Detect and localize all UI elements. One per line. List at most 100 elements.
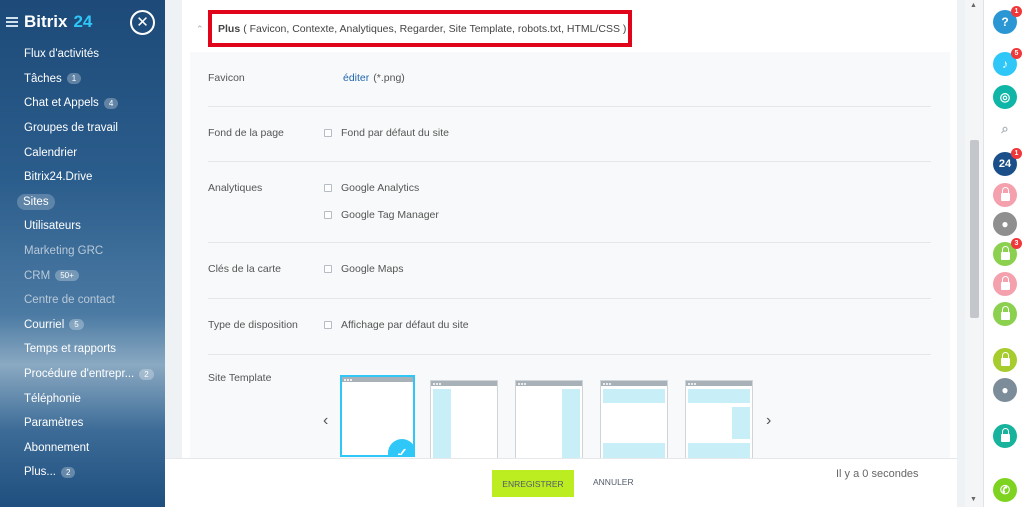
sidebar-item[interactable]: Temps et rapports	[0, 337, 165, 362]
template-prev-arrow-icon[interactable]: ‹	[323, 412, 328, 430]
sidebar-item-badge: 2	[139, 368, 154, 380]
template-next-arrow-icon[interactable]: ›	[766, 412, 771, 430]
brand[interactable]: Bitrix 24	[6, 12, 92, 32]
phone-icon[interactable]: ✆	[993, 478, 1017, 502]
help-badge: 1	[1011, 6, 1022, 17]
background-option-label: Fond par défaut du site	[341, 127, 449, 139]
sidebar-item-label: Temps et rapports	[24, 343, 117, 356]
plus-settings-header[interactable]: ⌃ Plus ( Favicon, Contexte, Analytiques,…	[196, 10, 632, 47]
sidebar-item[interactable]: Chat et Appels 4	[0, 91, 165, 116]
check-icon: ✓	[388, 439, 413, 455]
background-checkbox[interactable]	[324, 129, 332, 137]
google-analytics-checkbox[interactable]	[324, 184, 332, 192]
lock-icon[interactable]	[993, 424, 1017, 448]
analytics-row: Analytiques Google Analytics Google Tag …	[208, 163, 931, 243]
google-analytics-option[interactable]: Google Analytics	[324, 182, 419, 194]
close-menu-button[interactable]: ✕	[130, 10, 155, 35]
scroll-thumb[interactable]	[970, 140, 979, 318]
bitrix24-icon[interactable]: 24 1	[993, 148, 1022, 176]
plus-items: ( Favicon, Contexte, Analytiques, Regard…	[243, 22, 627, 35]
sidebar-item[interactable]: Courriel 5	[0, 313, 165, 338]
chat-icon[interactable]: ◎	[993, 85, 1017, 109]
google-maps-option[interactable]: Google Maps	[324, 263, 403, 275]
template-thumbnail[interactable]	[600, 380, 668, 458]
menu-icon[interactable]	[6, 17, 18, 27]
brand-number: 24	[73, 12, 93, 31]
sidebar-item[interactable]: Paramètres	[0, 411, 165, 436]
chevron-up-icon[interactable]: ⌃	[196, 24, 204, 35]
sidebar-item[interactable]: Abonnement	[0, 436, 165, 461]
cancel-button[interactable]: ANNULER	[593, 477, 634, 487]
help-icon[interactable]: ? 1	[993, 6, 1022, 34]
sidebar-item-label: Chat et Appels	[24, 97, 99, 110]
sidebar-item-label: Centre de contact	[24, 294, 115, 307]
sidebar-item-badge: 1	[66, 73, 82, 85]
template-thumbnail[interactable]	[430, 380, 498, 458]
google-analytics-label: Google Analytics	[341, 182, 420, 194]
site-template-label: Site Template	[208, 372, 272, 384]
sidebar-item[interactable]: Sites	[0, 190, 165, 215]
lock-icon[interactable]	[993, 302, 1017, 326]
background-label: Fond de la page	[208, 127, 284, 139]
sidebar-item-label: Téléphonie	[24, 392, 81, 405]
sidebar-nav: Flux d'activités Tâches 1 Chat et Appels 4 Gr…	[0, 42, 165, 485]
sidebar-item[interactable]: Calendrier	[0, 140, 165, 165]
sidebar-item[interactable]: Centre de contact	[0, 288, 165, 313]
template-thumbnail[interactable]	[515, 380, 583, 458]
layout-type-label: Type de disposition	[208, 319, 298, 331]
google-maps-checkbox[interactable]	[324, 265, 332, 273]
sidebar-item-label: Abonnement	[24, 441, 90, 454]
sidebar-item-label: Calendrier	[24, 146, 78, 159]
scrollbar[interactable]: ▲ ▼	[965, 0, 983, 507]
template-thumbnail[interactable]	[685, 380, 753, 458]
sidebar-item-badge: 4	[103, 97, 119, 109]
saved-status: Il y a 0 secondes	[836, 468, 919, 480]
sidebar-item-badge: 50+	[55, 270, 79, 282]
sidebar-item[interactable]: Marketing GRC	[0, 239, 165, 264]
favicon-edit-link[interactable]: éditer	[343, 72, 369, 84]
avatar[interactable]: ●	[993, 212, 1017, 236]
save-button[interactable]: ENREGISTRER	[492, 470, 574, 497]
sidebar-item[interactable]: Bitrix24.Drive	[0, 165, 165, 190]
scroll-up-icon[interactable]: ▲	[970, 2, 977, 9]
sidebar-item-label: Paramètres	[24, 417, 84, 430]
notifications-badge: 5	[1011, 48, 1022, 59]
sidebar-item[interactable]: Téléphonie	[0, 386, 165, 411]
analytics-label: Analytiques	[208, 182, 263, 194]
main-panel: ⌃ Plus ( Favicon, Contexte, Analytiques,…	[182, 0, 957, 458]
sidebar-item-label: Utilisateurs	[24, 220, 81, 233]
google-maps-label: Google Maps	[341, 263, 404, 275]
plus-title: Plus	[218, 22, 241, 35]
sidebar-item-label: Flux d'activités	[24, 48, 100, 61]
lock-icon[interactable]	[993, 272, 1017, 296]
layout-type-checkbox[interactable]	[324, 321, 332, 329]
favicon-label: Favicon	[208, 72, 245, 84]
google-tag-manager-checkbox[interactable]	[324, 211, 332, 219]
lock-icon[interactable]: 3	[993, 238, 1022, 266]
favicon-hint: (*.png)	[373, 72, 405, 84]
search-icon[interactable]: ⌕	[993, 117, 1017, 141]
brand-name: Bitrix	[24, 12, 68, 31]
lock-icon[interactable]	[993, 183, 1017, 207]
template-thumbnail[interactable]: ✓	[340, 375, 415, 457]
background-option[interactable]: Fond par défaut du site	[324, 127, 449, 139]
sidebar-item[interactable]: Utilisateurs	[0, 214, 165, 239]
sidebar-item[interactable]: Flux d'activités	[0, 42, 165, 67]
bell-icon[interactable]: ♪ 5	[993, 48, 1022, 76]
layout-type-option[interactable]: Affichage par défaut du site	[324, 319, 469, 331]
sidebar-item[interactable]: Procédure d'entrepr... 2	[0, 362, 165, 387]
scroll-down-icon[interactable]: ▼	[970, 496, 977, 503]
close-icon: ✕	[136, 14, 149, 31]
sidebar-item[interactable]: Groupes de travail	[0, 116, 165, 141]
sidebar-item-badge: 2	[60, 466, 76, 478]
google-tag-manager-option[interactable]: Google Tag Manager	[324, 209, 439, 221]
avatar[interactable]: ●	[993, 378, 1017, 402]
sidebar-item[interactable]: CRM 50+	[0, 263, 165, 288]
right-panel: ? 1 ♪ 5 ◎ ⌕ 24 1 ● 3 ● ✆	[983, 0, 1024, 507]
sidebar-item[interactable]: Plus... 2	[0, 460, 165, 485]
lock-icon[interactable]	[993, 348, 1017, 372]
sidebar-item-label: Procédure d'entrepr...	[24, 368, 135, 381]
sidebar-item[interactable]: Tâches 1	[0, 67, 165, 92]
sidebar-item-label: Bitrix24.Drive	[24, 171, 93, 184]
layout-type-row: Type de disposition Affichage par défaut…	[208, 300, 931, 355]
